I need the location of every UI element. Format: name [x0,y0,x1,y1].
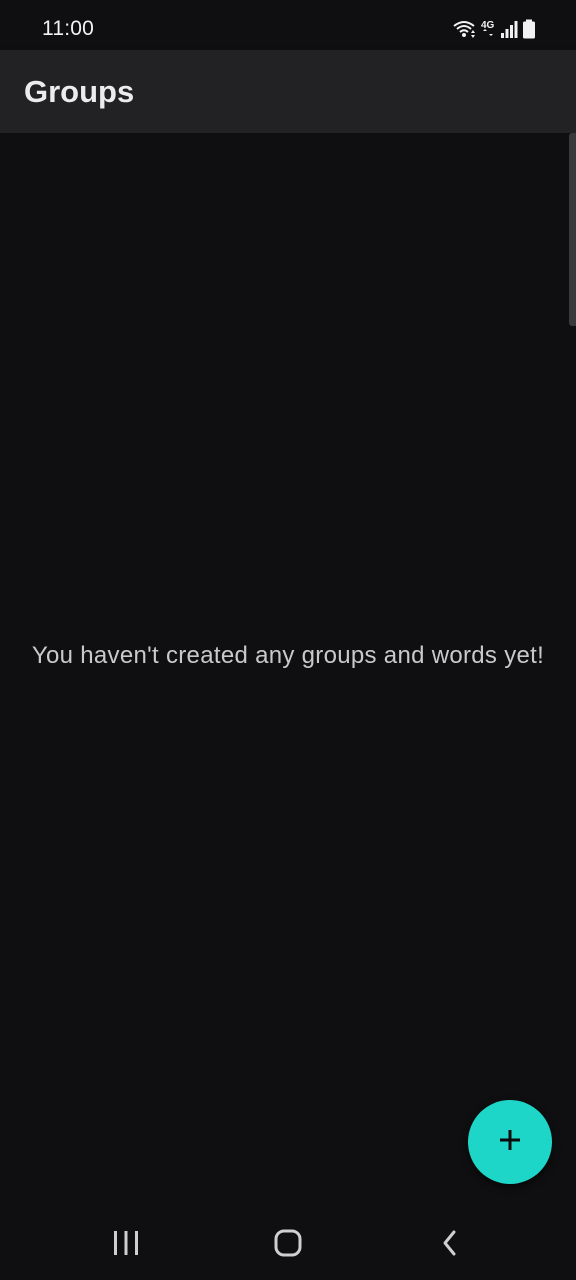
status-time: 11:00 [42,17,94,40]
back-button[interactable] [430,1225,470,1265]
page-title: Groups [24,74,135,109]
status-bar: 11:00 4G [0,0,576,50]
status-icons: 4G [452,17,536,41]
wifi-icon [452,18,476,40]
home-button[interactable] [268,1225,308,1265]
signal-icon [500,19,518,39]
back-icon [439,1229,461,1262]
recents-icon [112,1230,140,1261]
plus-icon [498,1128,522,1157]
groups-list-area[interactable]: You haven't created any groups and words… [0,133,576,1203]
system-nav-bar [0,1203,576,1280]
add-group-button[interactable] [468,1100,552,1184]
4g-icon: 4G [480,18,496,40]
battery-icon [522,19,536,39]
scrollbar[interactable] [569,133,576,326]
home-icon [273,1228,303,1263]
recents-button[interactable] [106,1225,146,1265]
app-bar: Groups [0,50,576,133]
network-label: 4G [481,20,495,31]
empty-state-message: You haven't created any groups and words… [31,642,545,669]
